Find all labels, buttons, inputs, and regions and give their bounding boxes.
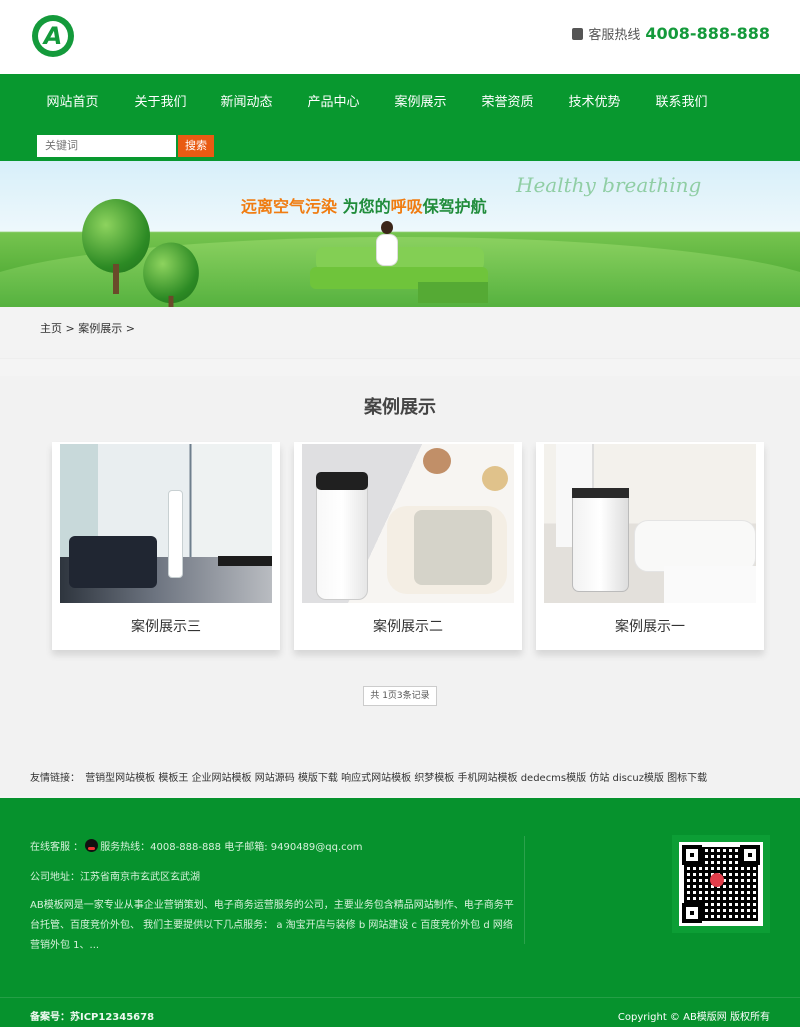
site-logo[interactable]: A [32, 15, 74, 57]
friend-link[interactable]: 营销型网站模板 [85, 773, 155, 784]
phone-icon [572, 27, 584, 40]
pagination-status: 共 1页3条记录 [363, 686, 437, 706]
copyright: Copyright © AB模版网 版权所有 [617, 1012, 770, 1023]
friend-link[interactable]: 手机网站模板 [458, 773, 518, 784]
slogan-orange-text: 远离空气污染 [241, 197, 338, 216]
case-card-caption[interactable]: 案例展示一 [536, 616, 764, 636]
nav-item-products[interactable]: 产品中心 [290, 91, 377, 110]
nav-item-about[interactable]: 关于我们 [117, 91, 204, 110]
site-footer: 在线客服 ： 服务热线：4008-888-888 电子邮箱: 9490489@qq… [0, 798, 800, 1027]
hero-banner: 远离空气污染 为您的呼吸保驾护航 Healthy breathing [0, 161, 800, 307]
site-header: A 客服热线 4008-888-888 [0, 0, 800, 74]
qr-code [672, 835, 770, 933]
case-card[interactable]: 案例展示二 [294, 442, 522, 650]
banner-slogan: 远离空气污染 为您的呼吸保驾护航 [241, 193, 487, 217]
qr-corner-mark [740, 845, 760, 865]
online-service-label: 在线客服 ： [30, 842, 84, 853]
customer-hotline: 客服热线 4008-888-888 [572, 24, 770, 43]
nav-item-technology[interactable]: 技术优势 [551, 91, 638, 110]
tree-illustration [143, 242, 199, 307]
hotline-number: 4008-888-888 [645, 24, 770, 43]
friend-link[interactable]: 响应式网站模板 [341, 773, 411, 784]
breadcrumb-area: 主页 > 案例展示 > [0, 307, 800, 359]
friend-link[interactable]: 织梦模板 [414, 773, 454, 784]
slogan-ending-text: 保驾护航 [422, 197, 487, 216]
nav-item-home[interactable]: 网站首页 [29, 91, 116, 110]
case-card-caption[interactable]: 案例展示三 [52, 616, 280, 636]
friend-link[interactable]: 仿站 [589, 773, 609, 784]
banner-script-text: Healthy breathing [516, 173, 702, 197]
qr-corner-mark [682, 903, 702, 923]
breadcrumb[interactable]: 主页 > 案例展示 > [40, 320, 135, 336]
friend-link[interactable]: dedecms模版 [521, 773, 586, 784]
case-showcase-section: 案例展示 案例展示三 案例展示二 案例展示一 共 1页3条记录 [0, 376, 800, 796]
case-card[interactable]: 案例展示三 [52, 442, 280, 650]
friend-link[interactable]: 图标下载 [667, 773, 707, 784]
qq-icon[interactable] [85, 839, 99, 852]
icp-number: 备案号：苏ICP12345678 [30, 1012, 155, 1023]
friend-link[interactable]: 模板王 [158, 773, 188, 784]
friend-link[interactable]: discuz模版 [613, 773, 664, 784]
friend-links-label: 友情链接： [30, 773, 80, 784]
woman-laptop-image [374, 221, 400, 266]
living-room-air-conditioner-image[interactable] [60, 444, 272, 603]
main-navigation: 网站首页 关于我们 新闻动态 产品中心 案例展示 荣誉资质 技术优势 联系我们 … [0, 74, 800, 161]
qr-logo-icon [710, 873, 724, 887]
nav-item-news[interactable]: 新闻动态 [203, 91, 290, 110]
section-title: 案例展示 [364, 397, 436, 418]
search-button[interactable]: 搜索 [178, 135, 214, 157]
logo-letter: A [38, 21, 68, 51]
hotline-label: 客服热线 [588, 28, 641, 43]
case-card[interactable]: 案例展示一 [536, 442, 764, 650]
case-card-caption[interactable]: 案例展示二 [294, 616, 522, 636]
white-room-purifier-image[interactable] [544, 444, 756, 603]
friend-link[interactable]: 模版下载 [298, 773, 338, 784]
nav-item-honors[interactable]: 荣誉资质 [464, 91, 551, 110]
friend-links: 友情链接： 营销型网站模板 模板王 企业网站模板 网站源码 模版下载 响应式网站… [30, 769, 790, 784]
friend-link[interactable]: 网站源码 [255, 773, 295, 784]
slogan-highlight-text: 呼吸 [390, 197, 423, 216]
nav-item-cases[interactable]: 案例展示 [377, 91, 464, 110]
footer-divider [524, 836, 525, 944]
tree-illustration [82, 199, 150, 294]
slogan-green-text: 为您的 [342, 197, 391, 216]
nav-item-contact[interactable]: 联系我们 [638, 91, 725, 110]
company-address: 公司地址：江苏省南京市玄武区玄武湖 [30, 872, 200, 883]
company-introduction: AB模板网是一家专业从事企业营销策划、电子商务运营服务的公司，主要业务包含精品网… [30, 900, 514, 951]
footer-contact-line: 在线客服 ： 服务热线：4008-888-888 电子邮箱: 9490489@qq… [30, 838, 363, 853]
footer-separator [0, 997, 800, 998]
couple-purifier-image[interactable] [302, 444, 514, 603]
footer-service-text: 服务热线：4008-888-888 电子邮箱: 9490489@qq.com [100, 842, 363, 853]
friend-link[interactable]: 企业网站模板 [192, 773, 252, 784]
qr-corner-mark [682, 845, 702, 865]
search-input[interactable] [37, 135, 176, 157]
